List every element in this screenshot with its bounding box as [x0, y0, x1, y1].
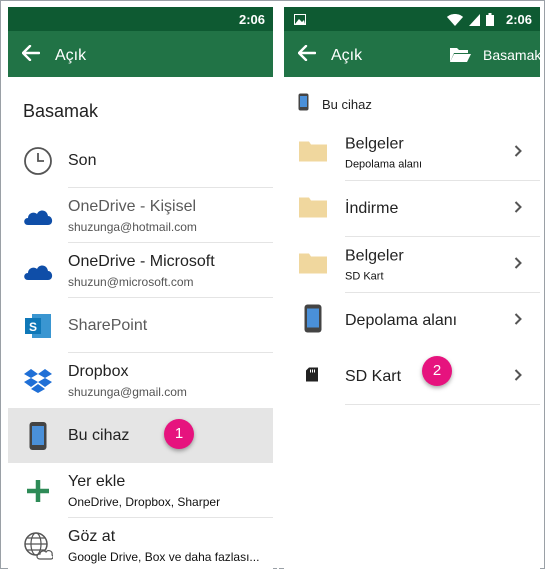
right-screen: 2:06 Açık Basamak Bu cihaz Belgeler Depo… [284, 7, 540, 569]
place-account: shuzunga@gmail.com [68, 384, 187, 399]
add-place-button[interactable]: Yer ekle OneDrive, Dropbox, Sharper [8, 463, 273, 518]
dropbox-icon [22, 365, 54, 397]
onedrive-cloud-icon [22, 255, 54, 287]
place-item-recent[interactable]: Son [8, 133, 273, 188]
step-badge: 2 [422, 356, 452, 386]
svg-text:S: S [29, 320, 37, 334]
place-label: Bu cihaz [68, 426, 130, 444]
place-label: OneDrive - Microsoft [68, 252, 215, 270]
chevron-right-icon [514, 312, 522, 330]
app-bar: Açık Basamak [284, 31, 540, 77]
status-icons [447, 13, 494, 26]
status-bar: 2:06 [284, 7, 540, 31]
cell-signal-icon [469, 13, 480, 26]
wifi-icon [447, 13, 463, 26]
image-notification-icon [294, 13, 306, 28]
divider [345, 404, 540, 405]
sd-card-icon [306, 367, 318, 387]
folder-label: Belgeler [345, 247, 404, 265]
place-item-dropbox[interactable]: Dropbox shuzunga@gmail.com [8, 353, 273, 408]
status-time: 2:06 [238, 12, 265, 27]
breadcrumb: Bu cihaz [284, 77, 540, 125]
back-arrow-icon[interactable] [21, 44, 41, 66]
chevron-right-icon [514, 144, 522, 162]
storage-label: SD Kart [345, 368, 402, 385]
phone-icon [298, 93, 309, 116]
place-label: SharePoint [68, 316, 148, 334]
open-folder-icon[interactable] [449, 45, 471, 68]
folder-location: SD Kart [345, 270, 384, 283]
status-bar: 2:06 [8, 7, 273, 31]
app-bar-title: Açık [331, 47, 363, 64]
globe-cloud-icon [22, 530, 54, 562]
chevron-right-icon [514, 368, 522, 386]
place-item-onedrive-microsoft[interactable]: OneDrive - Microsoft shuzun@microsoft.co… [8, 243, 273, 298]
back-arrow-icon[interactable] [297, 44, 317, 66]
place-label: Dropbox [68, 362, 129, 380]
sharepoint-icon: S [22, 310, 54, 342]
place-label: OneDrive - Kişisel [68, 197, 197, 215]
place-subtitle: OneDrive, Dropbox, Sharper [68, 494, 221, 509]
browse-button[interactable]: Göz at Google Drive, Box ve daha fazlası… [8, 518, 273, 569]
location-label: Basamak [483, 47, 540, 63]
storage-item-internal[interactable]: Depolama alanı [284, 293, 540, 349]
place-account: shuzun@microsoft.com [68, 274, 194, 289]
left-screen: 2:06 Açık Basamak Son OneDrive - Kişisel [8, 7, 273, 569]
folder-icon [298, 251, 328, 280]
storage-item-sd-card[interactable]: SD Kart 2 [284, 349, 540, 405]
battery-icon [486, 13, 494, 26]
app-bar-title: Açık [55, 47, 87, 64]
folder-icon [298, 139, 328, 168]
place-label: Son [68, 151, 97, 169]
place-label: Yer ekle [68, 472, 126, 490]
app-bar: Açık [8, 31, 273, 77]
screen-divider [277, 1, 279, 569]
folder-item-documents[interactable]: Belgeler Depolama alanı [284, 125, 540, 181]
folder-item-downloads[interactable]: İndirme [284, 181, 540, 237]
place-subtitle: Google Drive, Box ve daha fazlası... [68, 549, 260, 564]
place-account: shuzunga@hotmail.com [68, 219, 197, 234]
folder-icon [298, 195, 328, 224]
place-item-this-device[interactable]: Bu cihaz 1 [8, 408, 273, 463]
chevron-right-icon [514, 256, 522, 274]
place-label: Göz at [68, 527, 116, 545]
plus-icon [22, 475, 54, 507]
phone-icon [22, 420, 54, 452]
folder-location: Depolama alanı [345, 158, 423, 171]
chevron-right-icon [514, 200, 522, 218]
section-title: Basamak [23, 101, 99, 121]
screenshot-frame: 2:06 Açık Basamak Son OneDrive - Kişisel [0, 0, 545, 569]
status-time: 2:06 [505, 12, 532, 27]
storage-label: Depolama alanı [345, 312, 458, 329]
place-item-onedrive-personal[interactable]: OneDrive - Kişisel shuzunga@hotmail.com [8, 188, 273, 243]
breadcrumb-label: Bu cihaz [322, 97, 372, 112]
onedrive-cloud-icon [22, 200, 54, 232]
clock-icon [22, 145, 54, 177]
phone-icon [303, 304, 323, 339]
folder-item-documents-sd[interactable]: Belgeler SD Kart [284, 237, 540, 293]
folder-label: Belgeler [345, 135, 404, 153]
step-badge: 1 [164, 419, 194, 449]
folder-label: İndirme [345, 200, 399, 217]
place-item-sharepoint[interactable]: S SharePoint [8, 298, 273, 353]
